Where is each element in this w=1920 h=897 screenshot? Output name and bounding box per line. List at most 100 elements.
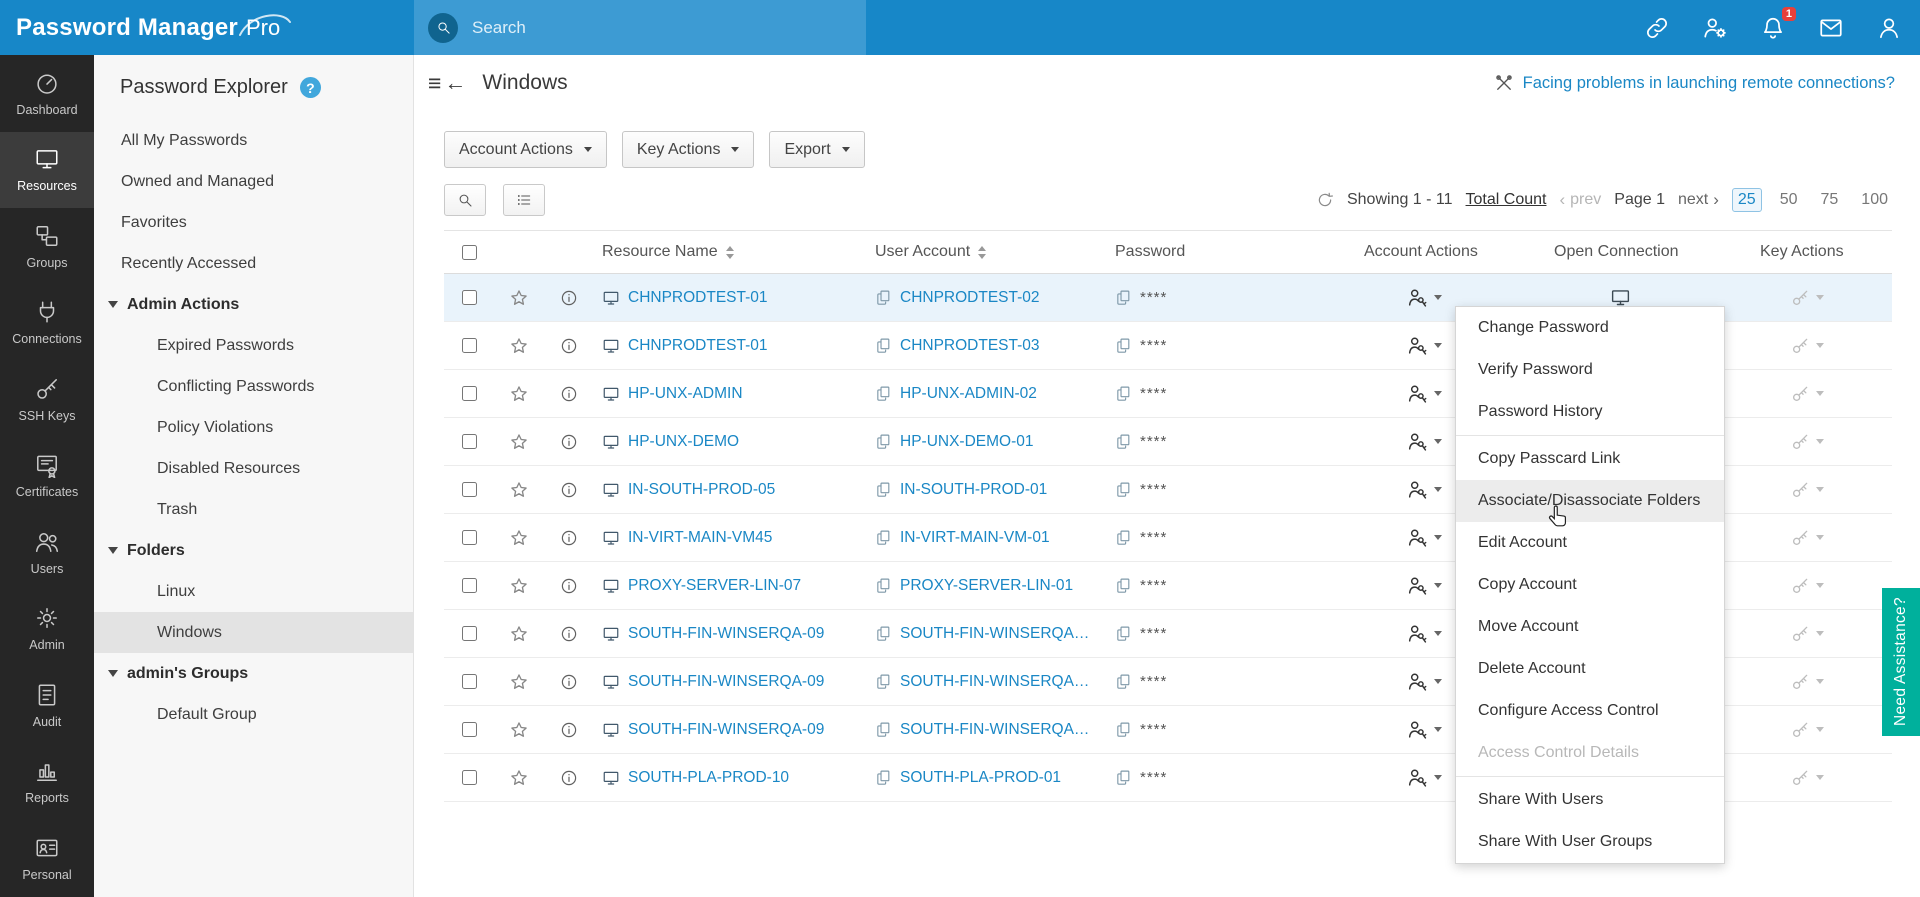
copy-account-icon[interactable] [875, 577, 892, 594]
menu-item-edit-account[interactable]: Edit Account [1456, 522, 1724, 564]
info-icon[interactable] [560, 577, 578, 595]
info-icon[interactable] [560, 481, 578, 499]
explorer-item-recently-accessed[interactable]: Recently Accessed [94, 243, 413, 284]
column-resource-name[interactable]: Resource Name [594, 243, 866, 261]
select-all-checkbox[interactable] [462, 244, 477, 260]
copy-account-icon[interactable] [875, 673, 892, 690]
favorite-star-icon[interactable] [509, 576, 529, 596]
page-size-75[interactable]: 75 [1816, 189, 1844, 211]
account-link[interactable]: PROXY-SERVER-LIN-01 [900, 577, 1073, 595]
menu-item-copy-passcard-link[interactable]: Copy Passcard Link [1456, 438, 1724, 480]
explorer-item-policy-violations[interactable]: Policy Violations [94, 407, 413, 448]
key-actions-cell[interactable] [1714, 754, 1892, 801]
open-connection-icon[interactable] [1610, 287, 1631, 308]
resource-link[interactable]: CHNPRODTEST-01 [628, 337, 768, 355]
row-checkbox[interactable] [462, 386, 477, 401]
explorer-item-expired-passwords[interactable]: Expired Passwords [94, 325, 413, 366]
total-count-link[interactable]: Total Count [1466, 191, 1547, 209]
info-icon[interactable] [560, 769, 578, 787]
menu-item-copy-account[interactable]: Copy Account [1456, 564, 1724, 606]
resource-link[interactable]: SOUTH-FIN-WINSERQA-09 [628, 625, 824, 643]
key-actions-cell[interactable] [1714, 514, 1892, 561]
resource-link[interactable]: SOUTH-FIN-WINSERQA-09 [628, 721, 824, 739]
need-assistance-tab[interactable]: Need Assistance? [1882, 588, 1920, 736]
nav-item-resources[interactable]: Resources [0, 131, 94, 208]
explorer-item-trash[interactable]: Trash [94, 489, 413, 530]
copy-account-icon[interactable] [875, 289, 892, 306]
next-page-button[interactable]: next › [1678, 191, 1719, 209]
sort-icon[interactable] [725, 245, 734, 259]
copy-password-icon[interactable] [1115, 673, 1132, 690]
key-actions-cell[interactable] [1714, 274, 1892, 321]
favorite-star-icon[interactable] [509, 384, 529, 404]
explorer-item-folders[interactable]: Folders [94, 530, 413, 571]
mail-icon[interactable] [1818, 15, 1844, 41]
copy-account-icon[interactable] [875, 433, 892, 450]
page-size-50[interactable]: 50 [1775, 189, 1803, 211]
nav-item-certificates[interactable]: Certificates [0, 438, 94, 515]
account-link[interactable]: SOUTH-FIN-WINSERQA… [900, 673, 1089, 691]
copy-password-icon[interactable] [1115, 577, 1132, 594]
copy-password-icon[interactable] [1115, 625, 1132, 642]
copy-password-icon[interactable] [1115, 433, 1132, 450]
menu-item-delete-account[interactable]: Delete Account [1456, 648, 1724, 690]
nav-item-admin[interactable]: Admin [0, 591, 94, 668]
copy-password-icon[interactable] [1115, 529, 1132, 546]
nav-item-ssh-keys[interactable]: SSH Keys [0, 361, 94, 438]
explorer-item-admin-actions[interactable]: Admin Actions [94, 284, 413, 325]
nav-item-connections[interactable]: Connections [0, 285, 94, 362]
explorer-item-windows[interactable]: Windows [94, 612, 413, 653]
account-link[interactable]: IN-VIRT-MAIN-VM-01 [900, 529, 1050, 547]
copy-password-icon[interactable] [1115, 769, 1132, 786]
resource-link[interactable]: CHNPRODTEST-01 [628, 289, 768, 307]
favorite-star-icon[interactable] [509, 528, 529, 548]
nav-item-personal[interactable]: Personal [0, 820, 94, 897]
key-actions-cell[interactable] [1714, 370, 1892, 417]
help-icon[interactable]: ? [299, 77, 321, 98]
profile-icon[interactable] [1876, 15, 1902, 41]
info-icon[interactable] [560, 673, 578, 691]
row-checkbox[interactable] [462, 578, 477, 593]
info-icon[interactable] [560, 529, 578, 547]
user-settings-icon[interactable] [1702, 15, 1728, 41]
menu-item-change-password[interactable]: Change Password [1456, 307, 1724, 349]
info-icon[interactable] [560, 337, 578, 355]
page-size-25[interactable]: 25 [1731, 188, 1762, 212]
menu-item-share-with-user-groups[interactable]: Share With User Groups [1456, 821, 1724, 863]
nav-item-dashboard[interactable]: Dashboard [0, 55, 94, 132]
resource-link[interactable]: IN-VIRT-MAIN-VM45 [628, 529, 772, 547]
menu-item-password-history[interactable]: Password History [1456, 391, 1724, 433]
explorer-item-all-my-passwords[interactable]: All My Passwords [94, 120, 413, 161]
menu-item-associate-disassociate-folders[interactable]: Associate/Disassociate Folders [1456, 480, 1724, 522]
nav-item-groups[interactable]: Groups [0, 208, 94, 285]
copy-password-icon[interactable] [1115, 721, 1132, 738]
favorite-star-icon[interactable] [509, 480, 529, 500]
key-actions-cell[interactable] [1714, 562, 1892, 609]
key-actions-cell[interactable] [1714, 466, 1892, 513]
search-input[interactable] [470, 16, 834, 39]
account-actions-button[interactable]: Account Actions [444, 131, 607, 168]
copy-password-icon[interactable] [1115, 337, 1132, 354]
account-link[interactable]: CHNPRODTEST-02 [900, 289, 1040, 307]
favorite-star-icon[interactable] [509, 672, 529, 692]
account-link[interactable]: IN-SOUTH-PROD-01 [900, 481, 1047, 499]
row-checkbox[interactable] [462, 434, 477, 449]
explorer-item-admin-s-groups[interactable]: admin's Groups [94, 653, 413, 694]
explorer-item-conflicting-passwords[interactable]: Conflicting Passwords [94, 366, 413, 407]
copy-account-icon[interactable] [875, 529, 892, 546]
explorer-item-default-group[interactable]: Default Group [94, 694, 413, 735]
explorer-item-owned-and-managed[interactable]: Owned and Managed [94, 161, 413, 202]
nav-item-audit[interactable]: Audit [0, 667, 94, 744]
list-view-button[interactable] [503, 184, 545, 216]
copy-password-icon[interactable] [1115, 385, 1132, 402]
resource-link[interactable]: SOUTH-PLA-PROD-10 [628, 769, 789, 787]
table-search-button[interactable] [444, 184, 486, 216]
resource-link[interactable]: HP-UNX-ADMIN [628, 385, 743, 403]
column-user-account[interactable]: User Account [866, 243, 1099, 261]
collapse-panel-icon[interactable]: ≡ [428, 71, 441, 95]
copy-account-icon[interactable] [875, 337, 892, 354]
explorer-item-favorites[interactable]: Favorites [94, 202, 413, 243]
search-icon[interactable] [428, 12, 458, 43]
copy-password-icon[interactable] [1115, 481, 1132, 498]
nav-item-reports[interactable]: Reports [0, 744, 94, 821]
